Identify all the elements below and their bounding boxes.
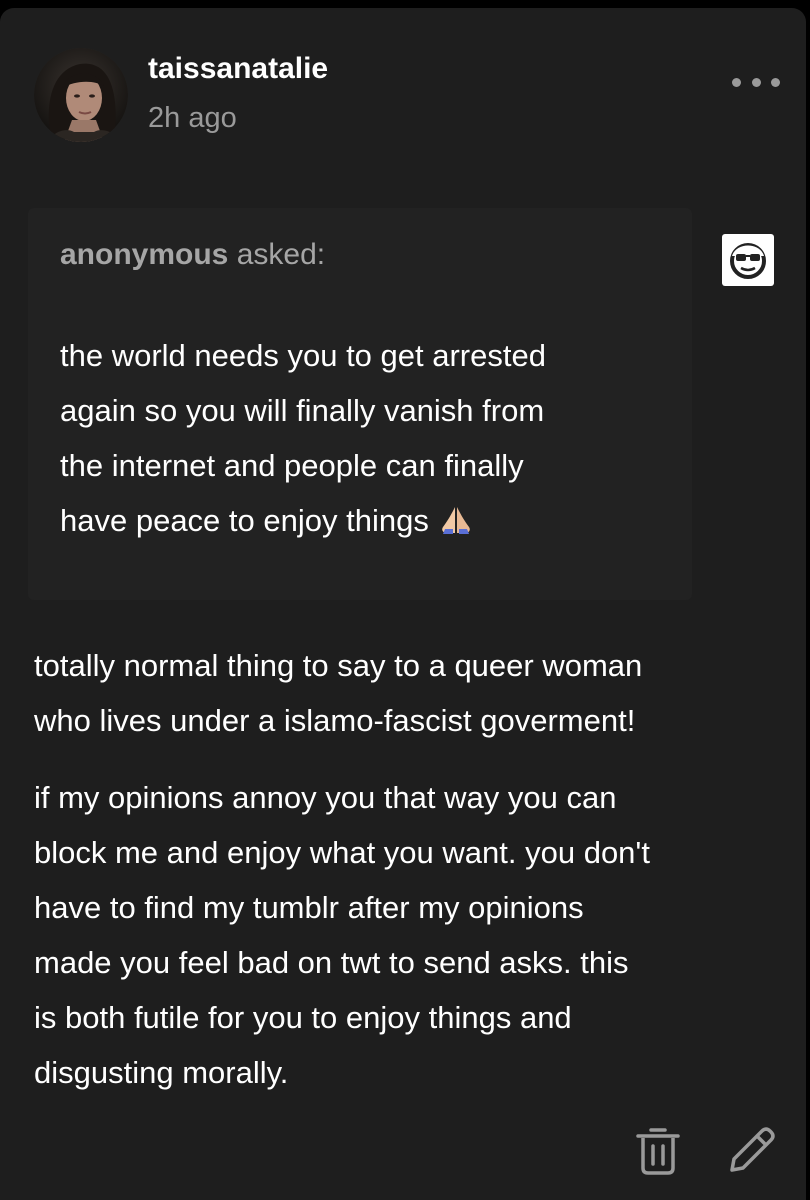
answer-line: made you feel bad on twt to send asks. t…	[34, 945, 629, 980]
delete-button[interactable]	[634, 1124, 682, 1176]
more-dot	[751, 77, 761, 87]
anonymous-sunglasses-icon	[730, 243, 766, 279]
trash-icon	[636, 1128, 680, 1175]
answer-paragraph: if my opinions annoy you that way you ca…	[34, 770, 784, 1100]
praying-hands-emoji	[437, 503, 475, 538]
more-horizontal-icon	[732, 77, 741, 87]
ask-box: anonymous asked: the world needs you to …	[28, 208, 692, 600]
answer-line: totally normal thing to say to a queer w…	[34, 648, 643, 683]
edit-button[interactable]	[726, 1124, 778, 1176]
pencil-icon	[730, 1127, 775, 1172]
ask-header: anonymous asked:	[60, 238, 325, 272]
ask-line-text: have peace to enjoy things	[60, 503, 429, 538]
answer-line: is both futile for you to enjoy things a…	[34, 1000, 572, 1035]
answer-body: totally normal thing to say to a queer w…	[34, 638, 784, 1100]
more-options-button[interactable]	[732, 70, 780, 94]
ask-line: have peace to enjoy things	[60, 493, 680, 548]
more-dot	[771, 77, 780, 87]
answer-line: who lives under a islamo-fascist goverme…	[34, 703, 636, 738]
answer-paragraph: totally normal thing to say to a queer w…	[34, 638, 784, 748]
ask-question: the world needs you to get arrested agai…	[60, 328, 680, 548]
answer-line: disgusting morally.	[34, 1055, 289, 1090]
answer-line: have to find my tumblr after my opinions	[34, 890, 584, 925]
post-card: taissanatalie 2h ago anonymous asked: th…	[0, 8, 806, 1200]
avatar-image	[34, 48, 128, 142]
asker-name[interactable]: anonymous	[60, 238, 228, 271]
answer-line: block me and enjoy what you want. you do…	[34, 835, 650, 870]
post-timestamp: 2h ago	[148, 102, 237, 134]
ask-line: the world needs you to get arrested	[60, 338, 546, 373]
avatar[interactable]	[34, 48, 128, 142]
ask-line: the internet and people can finally	[60, 448, 524, 483]
username[interactable]: taissanatalie	[148, 52, 328, 86]
ask-line: again so you will finally vanish from	[60, 393, 545, 428]
answer-line: if my opinions annoy you that way you ca…	[34, 780, 617, 815]
praying-hands-icon	[442, 507, 471, 534]
anonymous-avatar[interactable]	[722, 234, 774, 286]
asked-label: asked:	[228, 238, 326, 271]
